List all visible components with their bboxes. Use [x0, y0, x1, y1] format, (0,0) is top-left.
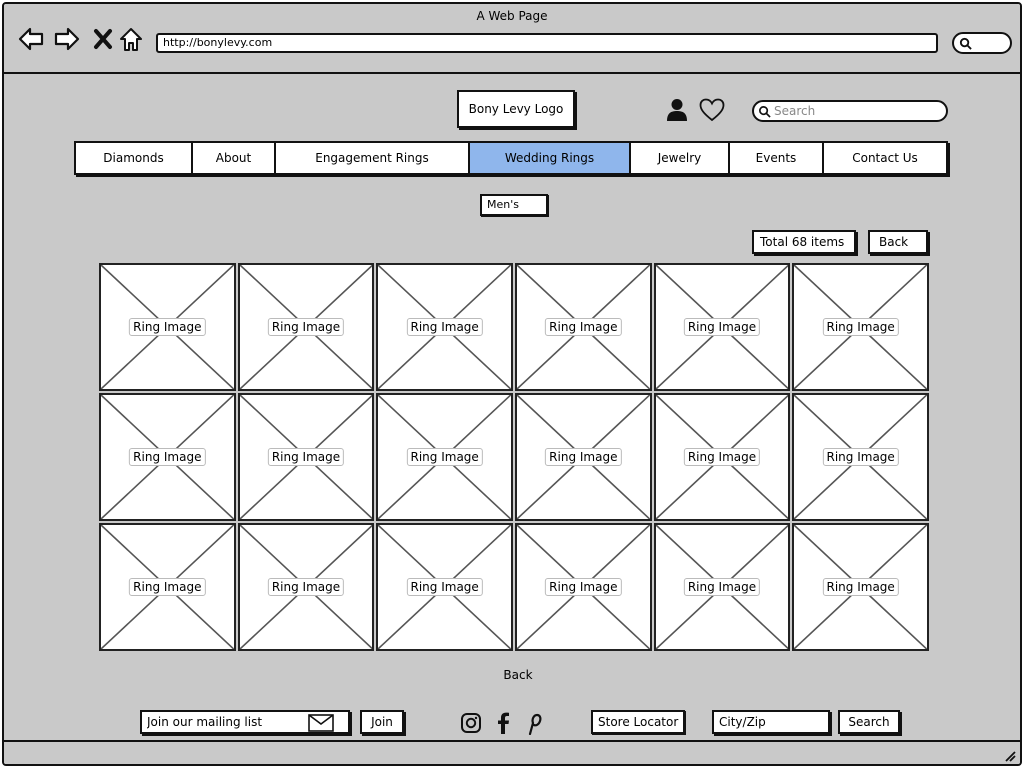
nav-item-events[interactable]: Events [730, 143, 824, 173]
ring-image-card[interactable]: Ring Image [515, 393, 652, 521]
search-icon [959, 37, 972, 50]
nav-item-jewelry[interactable]: Jewelry [631, 143, 730, 173]
facebook-icon[interactable] [492, 711, 514, 735]
ring-image-label: Ring Image [683, 318, 761, 336]
ring-image-card[interactable]: Ring Image [653, 523, 791, 651]
ring-image-label: Ring Image [267, 448, 345, 466]
mailing-list-input[interactable] [147, 714, 297, 730]
ring-image-card[interactable]: Ring Image [237, 523, 375, 651]
city-zip-field[interactable] [712, 710, 830, 734]
ring-image-card[interactable]: Ring Image [653, 263, 791, 391]
ring-image-card[interactable]: Ring Image [792, 523, 929, 651]
ring-image-label: Ring Image [545, 318, 622, 336]
total-items-count: Total 68 items [752, 230, 856, 254]
ring-image-label: Ring Image [129, 318, 206, 336]
site-search-field[interactable] [752, 100, 948, 122]
ring-image-card[interactable]: Ring Image [99, 393, 236, 521]
window-title: A Web Page [476, 9, 548, 23]
heart-icon[interactable] [699, 98, 725, 122]
product-grid: Ring Image Ring Image Ring Image Ring Image… [98, 262, 930, 652]
ring-image-card[interactable]: Ring Image [237, 393, 375, 521]
ring-image-card[interactable]: Ring Image [653, 393, 791, 521]
ring-image-label: Ring Image [545, 578, 622, 596]
ring-image-label: Ring Image [406, 318, 483, 336]
ring-image-card[interactable]: Ring Image [515, 263, 652, 391]
ring-image-label: Ring Image [545, 448, 622, 466]
ring-image-label: Ring Image [822, 578, 899, 596]
instagram-icon[interactable] [460, 711, 482, 735]
ring-image-label: Ring Image [129, 448, 206, 466]
ring-image-label: Ring Image [406, 578, 483, 596]
ring-image-label: Ring Image [683, 448, 761, 466]
ring-image-card[interactable]: Ring Image [515, 523, 652, 651]
search-icon [759, 106, 771, 118]
browser-chrome: A Web Page http://bonylevy.com [4, 4, 1020, 74]
ring-image-card[interactable]: Ring Image [99, 263, 236, 391]
main-navigation: Diamonds About Engagement Rings Wedding … [74, 141, 948, 175]
nav-item-contact-us[interactable]: Contact Us [824, 143, 946, 173]
close-icon[interactable] [88, 24, 118, 54]
back-arrow-icon[interactable] [16, 24, 46, 54]
ring-image-card[interactable]: Ring Image [99, 523, 236, 651]
ring-image-label: Ring Image [267, 318, 345, 336]
mailing-list-field[interactable] [140, 710, 350, 734]
ring-image-label: Ring Image [683, 578, 761, 596]
user-icon[interactable] [666, 98, 688, 122]
ring-image-label: Ring Image [822, 448, 899, 466]
ring-image-label: Ring Image [822, 318, 899, 336]
nav-item-diamonds[interactable]: Diamonds [76, 143, 193, 173]
ring-image-card[interactable]: Ring Image [376, 393, 513, 521]
forward-arrow-icon[interactable] [52, 24, 82, 54]
resize-grip-icon[interactable] [1004, 750, 1016, 762]
search-input[interactable] [774, 103, 942, 119]
browser-search-field[interactable] [952, 32, 1012, 54]
pinterest-icon[interactable] [522, 711, 544, 735]
ring-image-label: Ring Image [267, 578, 345, 596]
nav-item-about[interactable]: About [193, 143, 276, 173]
address-bar[interactable]: http://bonylevy.com [156, 33, 938, 53]
nav-item-wedding-rings[interactable]: Wedding Rings [470, 143, 631, 173]
store-search-button[interactable]: Search [838, 710, 900, 734]
status-bar [4, 740, 1020, 764]
browser-window: A Web Page http://bonylevy.com Bony Levy… [2, 2, 1022, 766]
ring-image-card[interactable]: Ring Image [376, 523, 513, 651]
city-zip-input[interactable] [719, 714, 825, 730]
envelope-icon [308, 714, 334, 732]
nav-item-engagement-rings[interactable]: Engagement Rings [276, 143, 470, 173]
subcategory-mens[interactable]: Men's [480, 194, 548, 216]
back-link-bottom[interactable]: Back [490, 668, 546, 682]
ring-image-label: Ring Image [129, 578, 206, 596]
ring-image-label: Ring Image [406, 448, 483, 466]
store-locator-button[interactable]: Store Locator [591, 710, 685, 734]
ring-image-card[interactable]: Ring Image [376, 263, 513, 391]
home-icon[interactable] [116, 24, 146, 54]
ring-image-card[interactable]: Ring Image [792, 263, 929, 391]
ring-image-card[interactable]: Ring Image [792, 393, 929, 521]
ring-image-card[interactable]: Ring Image [237, 263, 375, 391]
back-button-top[interactable]: Back [868, 230, 928, 254]
brand-logo[interactable]: Bony Levy Logo [457, 90, 575, 128]
join-button[interactable]: Join [360, 710, 404, 734]
